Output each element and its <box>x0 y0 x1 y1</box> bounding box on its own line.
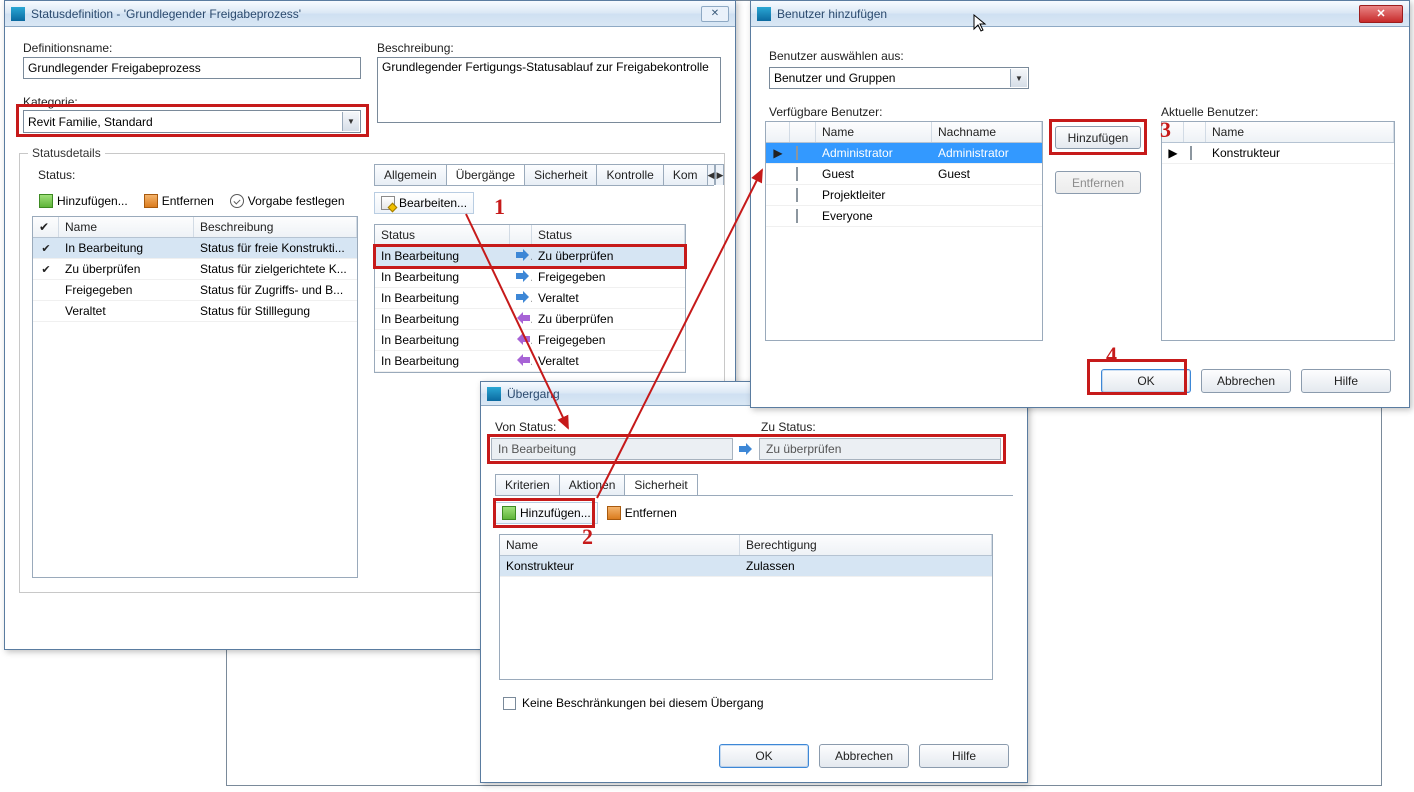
avail-label: Verfügbare Benutzer: <box>769 105 882 119</box>
adduser-titlebar[interactable]: Benutzer hinzufügen ✕ <box>751 1 1409 27</box>
table-row[interactable]: Projektleiter <box>766 185 1042 206</box>
defname-input[interactable]: Grundlegender Freigabeprozess <box>23 57 361 79</box>
add-status-button[interactable]: Hinzufügen... <box>32 190 135 212</box>
edit-icon <box>381 196 395 210</box>
remove-button[interactable]: Entfernen <box>1055 171 1141 194</box>
user-icon <box>796 209 798 223</box>
detail-tabs: Allgemein Übergänge Sicherheit Kontrolle… <box>374 164 714 186</box>
tab-scroll-left[interactable]: ◀ <box>707 164 716 185</box>
tab-allgemein[interactable]: Allgemein <box>374 164 447 185</box>
tab-kom[interactable]: Kom <box>663 164 708 185</box>
check-icon <box>41 241 50 255</box>
app-icon <box>487 387 501 401</box>
table-row[interactable]: KonstrukteurZulassen <box>500 556 992 577</box>
desc-label: Beschreibung: <box>377 41 454 55</box>
arrow-icon <box>516 250 530 260</box>
selectfrom-label: Benutzer auswählen aus: <box>769 49 904 63</box>
transitions-grid[interactable]: Status Status In BearbeitungZu überprüfe… <box>374 224 686 373</box>
add-button[interactable]: Hinzufügen <box>1055 126 1141 149</box>
table-row[interactable]: VeraltetStatus für Stilllegung <box>33 301 357 322</box>
check-icon <box>230 194 244 208</box>
app-icon <box>11 7 25 21</box>
tab-sicherheit[interactable]: Sicherheit <box>624 474 697 495</box>
arrow-icon <box>516 271 530 281</box>
selectfrom-combo[interactable]: Benutzer und Gruppen ▼ <box>769 67 1029 89</box>
category-label: Kategorie: <box>23 95 78 109</box>
add-user-dialog: Benutzer hinzufügen ✕ Benutzer auswählen… <box>750 0 1410 408</box>
tab-kontrolle[interactable]: Kontrolle <box>596 164 663 185</box>
tab-aktionen[interactable]: Aktionen <box>559 474 626 495</box>
uebergang-dialog: Übergang Von Status: Zu Status: In Bearb… <box>480 381 1028 783</box>
permissions-grid[interactable]: Name Berechtigung KonstrukteurZulassen <box>499 534 993 680</box>
app-icon <box>757 7 771 21</box>
from-label: Von Status: <box>495 420 556 434</box>
cursor-icon <box>973 14 987 32</box>
table-row[interactable]: Zu überprüfenStatus für zielgerichtete K… <box>33 259 357 280</box>
window-title: Statusdefinition - 'Grundlegender Freiga… <box>31 7 695 21</box>
tab-uebergaenge[interactable]: Übergänge <box>446 164 525 185</box>
from-field: In Bearbeitung <box>491 438 733 460</box>
table-row[interactable]: In BearbeitungVeraltet <box>375 351 685 372</box>
arrow-icon <box>516 355 530 365</box>
table-row[interactable]: In BearbeitungZu überprüfen <box>375 246 685 267</box>
close-icon[interactable]: ✕ <box>701 6 729 22</box>
table-row[interactable]: In BearbeitungVeraltet <box>375 288 685 309</box>
chevron-down-icon[interactable]: ▼ <box>342 112 359 131</box>
to-field: Zu überprüfen <box>759 438 1001 460</box>
statusdetails-title: Statusdetails <box>28 146 105 160</box>
remove-user-button[interactable]: Entfernen <box>600 502 684 524</box>
user-icon <box>796 188 798 202</box>
table-row[interactable]: In BearbeitungFreigegeben <box>375 330 685 351</box>
user-icon <box>1190 146 1192 160</box>
table-row[interactable]: In BearbeitungStatus für freie Konstrukt… <box>33 238 357 259</box>
tab-kriterien[interactable]: Kriterien <box>495 474 560 495</box>
desc-input[interactable]: Grundlegender Fertigungs-Statusablauf zu… <box>377 57 721 123</box>
add-icon <box>39 194 53 208</box>
help-button[interactable]: Hilfe <box>919 744 1009 768</box>
available-users-grid[interactable]: Name Nachname ▶AdministratorAdministrato… <box>765 121 1043 341</box>
table-row[interactable]: GuestGuest <box>766 164 1042 185</box>
edit-transition-button[interactable]: Bearbeiten... <box>374 192 474 214</box>
check-icon <box>41 262 50 276</box>
ok-button[interactable]: OK <box>719 744 809 768</box>
to-label: Zu Status: <box>761 420 816 434</box>
cancel-button[interactable]: Abbrechen <box>819 744 909 768</box>
close-icon[interactable]: ✕ <box>1359 5 1403 23</box>
no-restriction-checkbox[interactable] <box>503 697 516 710</box>
table-row[interactable]: In BearbeitungZu überprüfen <box>375 309 685 330</box>
status-grid[interactable]: ✔ Name Beschreibung In BearbeitungStatus… <box>32 216 358 578</box>
tab-sicherheit[interactable]: Sicherheit <box>524 164 597 185</box>
user-icon <box>796 167 798 181</box>
ok-button[interactable]: OK <box>1101 369 1191 393</box>
table-row[interactable]: Everyone <box>766 206 1042 227</box>
remove-status-button[interactable]: Entfernen <box>137 190 221 212</box>
current-users-grid[interactable]: Name ▶Konstrukteur <box>1161 121 1395 341</box>
set-default-button[interactable]: Vorgabe festlegen <box>223 190 352 212</box>
statusdef-titlebar[interactable]: Statusdefinition - 'Grundlegender Freiga… <box>5 1 735 27</box>
curr-label: Aktuelle Benutzer: <box>1161 105 1258 119</box>
user-icon <box>796 146 798 160</box>
remove-icon <box>607 506 621 520</box>
help-button[interactable]: Hilfe <box>1301 369 1391 393</box>
defname-label: Definitionsname: <box>23 41 112 55</box>
cancel-button[interactable]: Abbrechen <box>1201 369 1291 393</box>
arrow-icon <box>739 444 753 454</box>
add-icon <box>502 506 516 520</box>
status-label: Status: <box>38 168 75 182</box>
arrow-icon <box>516 292 530 302</box>
chevron-down-icon[interactable]: ▼ <box>1010 69 1027 87</box>
uebergang-tabs: Kriterien Aktionen Sicherheit <box>495 474 671 496</box>
no-restriction-label: Keine Beschränkungen bei diesem Übergang <box>522 696 764 710</box>
table-row[interactable]: ▶AdministratorAdministrator <box>766 143 1042 164</box>
tab-scroll-right[interactable]: ▶ <box>715 164 724 185</box>
arrow-icon <box>516 313 530 323</box>
arrow-icon <box>516 334 530 344</box>
window-title: Benutzer hinzufügen <box>777 7 1353 21</box>
table-row[interactable]: ▶Konstrukteur <box>1162 143 1394 164</box>
add-user-button[interactable]: Hinzufügen... <box>495 502 598 524</box>
remove-icon <box>144 194 158 208</box>
table-row[interactable]: In BearbeitungFreigegeben <box>375 267 685 288</box>
category-combo[interactable]: Revit Familie, Standard ▼ <box>23 110 361 133</box>
table-row[interactable]: FreigegebenStatus für Zugriffs- und B... <box>33 280 357 301</box>
